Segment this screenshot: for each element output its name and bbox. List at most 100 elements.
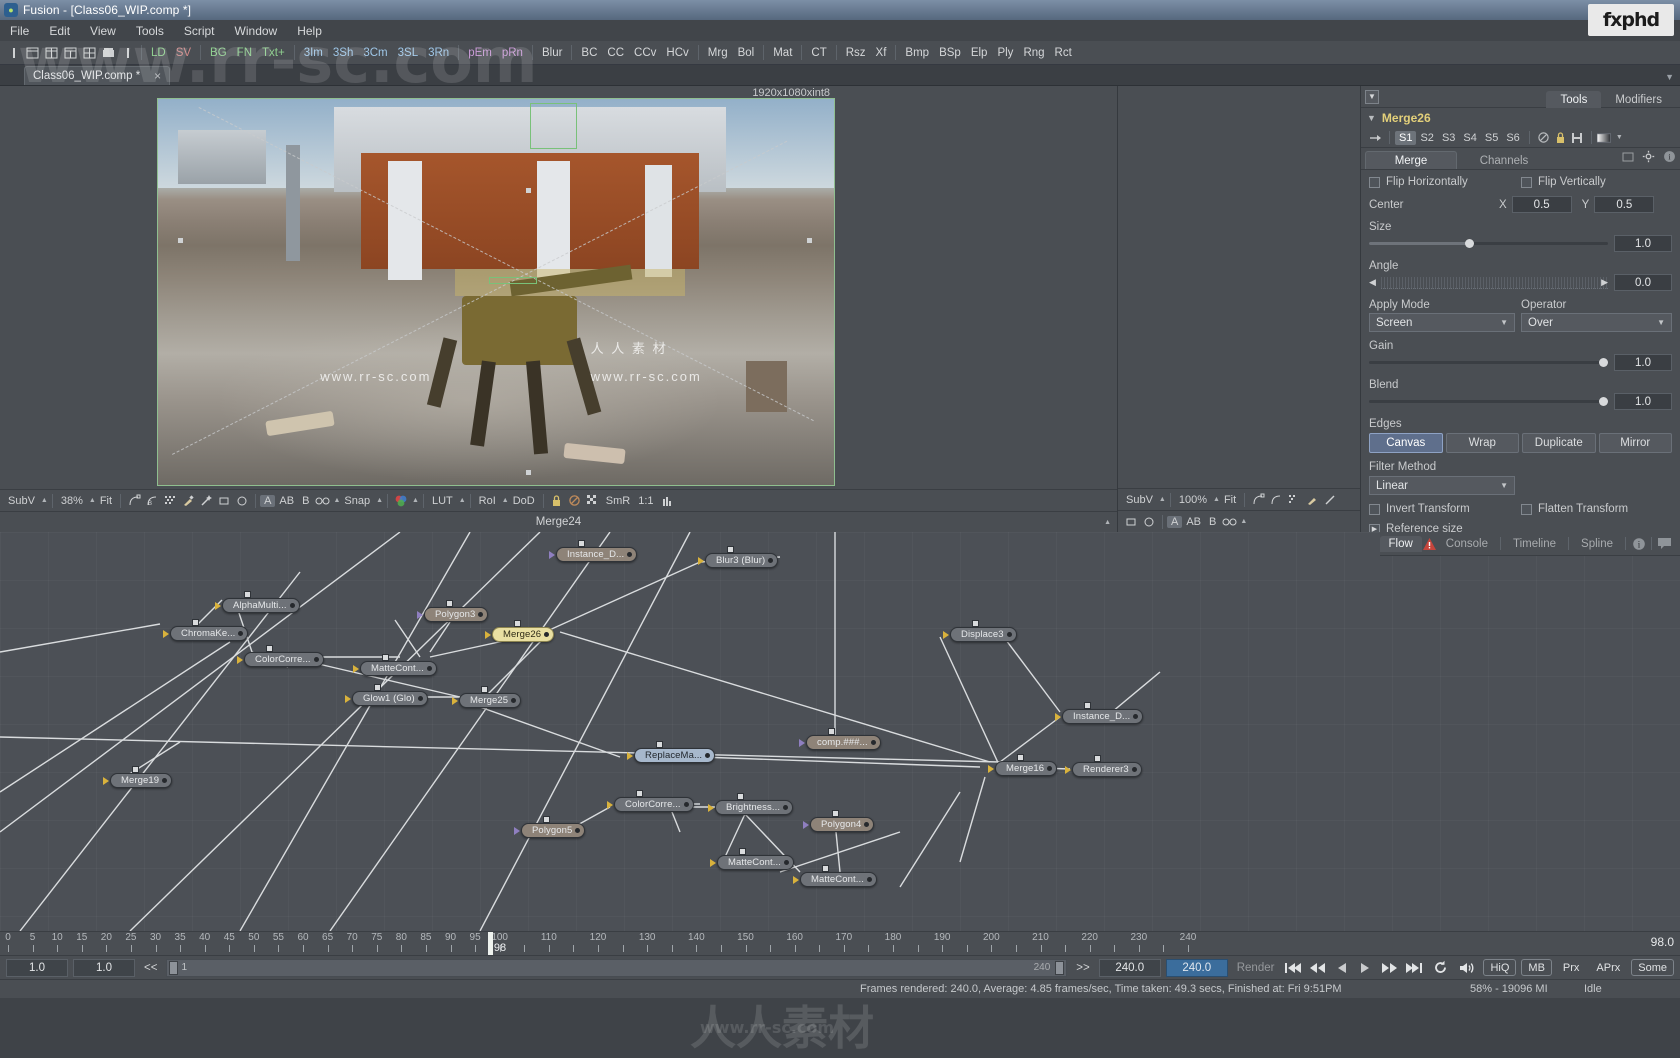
flow-node[interactable]: ReplaceMa... [634,748,716,763]
viewer-b-channel-a[interactable]: A [1167,515,1183,528]
selection-box[interactable] [529,102,578,150]
node-output-dot[interactable] [627,552,633,557]
node-mask-input[interactable] [382,654,389,661]
state-s4[interactable]: S4 [1459,131,1480,145]
node-input-arrow[interactable] [549,551,555,559]
node-output-dot[interactable] [1047,766,1053,771]
node-input-arrow[interactable] [698,557,704,565]
tool-button-pem[interactable]: pEm [463,46,497,60]
viewer-a-canvas[interactable]: 1920x1080xint8 www.rr-sc.com www.rr-sc.c… [0,86,1117,489]
viewer-b-channel-ab[interactable]: AB [1182,516,1205,528]
node-input-arrow[interactable] [485,631,491,639]
fast-rewind-icon[interactable] [1308,962,1328,974]
edges-duplicate-button[interactable]: Duplicate [1522,433,1596,453]
node-input-arrow[interactable] [1055,713,1061,721]
node-output-dot[interactable] [1131,767,1137,772]
node-mask-input[interactable] [266,645,273,652]
tab-timeline[interactable]: Timeline [1504,536,1565,552]
node-input-arrow[interactable] [514,827,520,835]
tool-button-rct[interactable]: Rct [1050,46,1077,60]
viewer-a-subv[interactable]: SubV [4,495,39,507]
node-output-dot[interactable] [866,877,872,882]
node-output-dot[interactable] [162,778,168,783]
curve-icon[interactable] [125,492,143,510]
node-mask-input[interactable] [481,686,488,693]
comment-icon[interactable] [1655,537,1674,550]
chevron-up-icon[interactable]: ▲ [1240,518,1247,525]
node-mask-input[interactable] [1084,702,1091,709]
tool-button-mrg[interactable]: Mrg [703,46,733,60]
gradient-icon[interactable] [1596,130,1614,146]
state-s3[interactable]: S3 [1438,131,1459,145]
edges-wrap-button[interactable]: Wrap [1445,433,1519,453]
curve-b-icon[interactable]: B [143,492,161,510]
flow-node[interactable]: Renderer3 [1072,762,1142,777]
center-y-input[interactable]: 0.5 [1594,196,1655,213]
node-output-dot[interactable] [238,631,244,636]
flow-node[interactable]: Displace3 [950,627,1017,642]
state-s1[interactable]: S1 [1395,130,1417,145]
measure-icon[interactable] [118,43,137,62]
chevron-up-icon[interactable]: ▲ [1104,519,1111,526]
tool-button-3rn[interactable]: 3Rn [423,46,454,60]
blend-slider[interactable] [1369,393,1608,410]
comp-tab[interactable]: Class06_WIP.comp * × [24,66,171,85]
render-button[interactable]: Render [1233,962,1279,974]
range-handle-left[interactable] [169,960,179,975]
node-input-arrow[interactable] [803,821,809,829]
chevron-up-icon[interactable]: ▲ [502,497,509,504]
menu-view[interactable]: View [88,23,118,39]
first-frame-icon[interactable] [1283,962,1303,974]
play-icon[interactable] [1356,962,1374,974]
tool-button-ccv[interactable]: CCv [629,46,661,60]
histogram-icon[interactable] [658,492,676,510]
tool-button-bsp[interactable]: BSp [934,46,966,60]
chevron-down-icon[interactable]: ▼ [1367,113,1376,123]
some-toggle[interactable]: Some [1631,959,1674,976]
flow-node[interactable]: Merge19 [110,773,173,788]
slider-handle[interactable] [1464,239,1474,248]
control-point[interactable] [806,237,812,243]
viewer-a-roi[interactable]: RoI [475,495,500,507]
rect-icon[interactable] [215,492,233,510]
node-mask-input[interactable] [636,790,643,797]
checkerboard-icon[interactable] [584,492,602,510]
pin-icon[interactable] [1367,130,1384,146]
tool-button-rsz[interactable]: Rsz [841,46,871,60]
tool-button-hcv[interactable]: HCv [661,46,693,60]
node-mask-input[interactable] [514,620,521,627]
tool-button-sv[interactable]: SV [171,46,196,60]
playhead[interactable] [487,932,493,955]
flow-node[interactable]: Brightness... [715,800,794,815]
node-input-arrow[interactable] [1065,766,1071,774]
selection-box-2[interactable] [489,276,537,285]
node-mask-input[interactable] [578,540,585,547]
node-output-dot[interactable] [313,657,319,662]
transport-field-2[interactable]: 1.0 [73,958,135,977]
node-input-arrow[interactable] [417,611,423,619]
flow-node[interactable]: AlphaMulti... [222,598,300,613]
lock-icon[interactable] [1552,130,1569,146]
node-mask-input[interactable] [727,546,734,553]
node-output-dot[interactable] [683,802,689,807]
center-x-input[interactable]: 0.5 [1511,196,1572,213]
blend-input[interactable]: 1.0 [1614,393,1672,410]
time-ruler[interactable]: 0 5 10 15 20 25 30 35 40 45 50 55 60 65 70 75 80 85 90 95 10… [0,931,1680,955]
flip-horizontally-checkbox[interactable]: Flip Horizontally [1369,176,1521,188]
node-mask-input[interactable] [822,865,829,872]
param-tab-channels[interactable]: Channels [1458,152,1550,169]
menu-window[interactable]: Window [233,23,280,39]
node-mask-input[interactable] [972,620,979,627]
viewer-a-ratio[interactable]: 1:1 [634,495,657,507]
node-mask-input[interactable] [1094,755,1101,762]
node-mask-input[interactable] [192,619,199,626]
viewer-b-subv[interactable]: SubV [1122,494,1157,506]
state-s6[interactable]: S6 [1502,131,1523,145]
glasses-icon[interactable] [313,492,331,510]
flow-node[interactable]: Merge26 [492,627,555,642]
audio-icon[interactable] [1456,961,1478,975]
tool-button-elp[interactable]: Elp [966,46,993,60]
ruler-icon[interactable] [4,43,23,62]
ellipse-icon[interactable] [233,492,251,510]
apply-mode-select[interactable]: Screen ▼ [1369,313,1515,332]
